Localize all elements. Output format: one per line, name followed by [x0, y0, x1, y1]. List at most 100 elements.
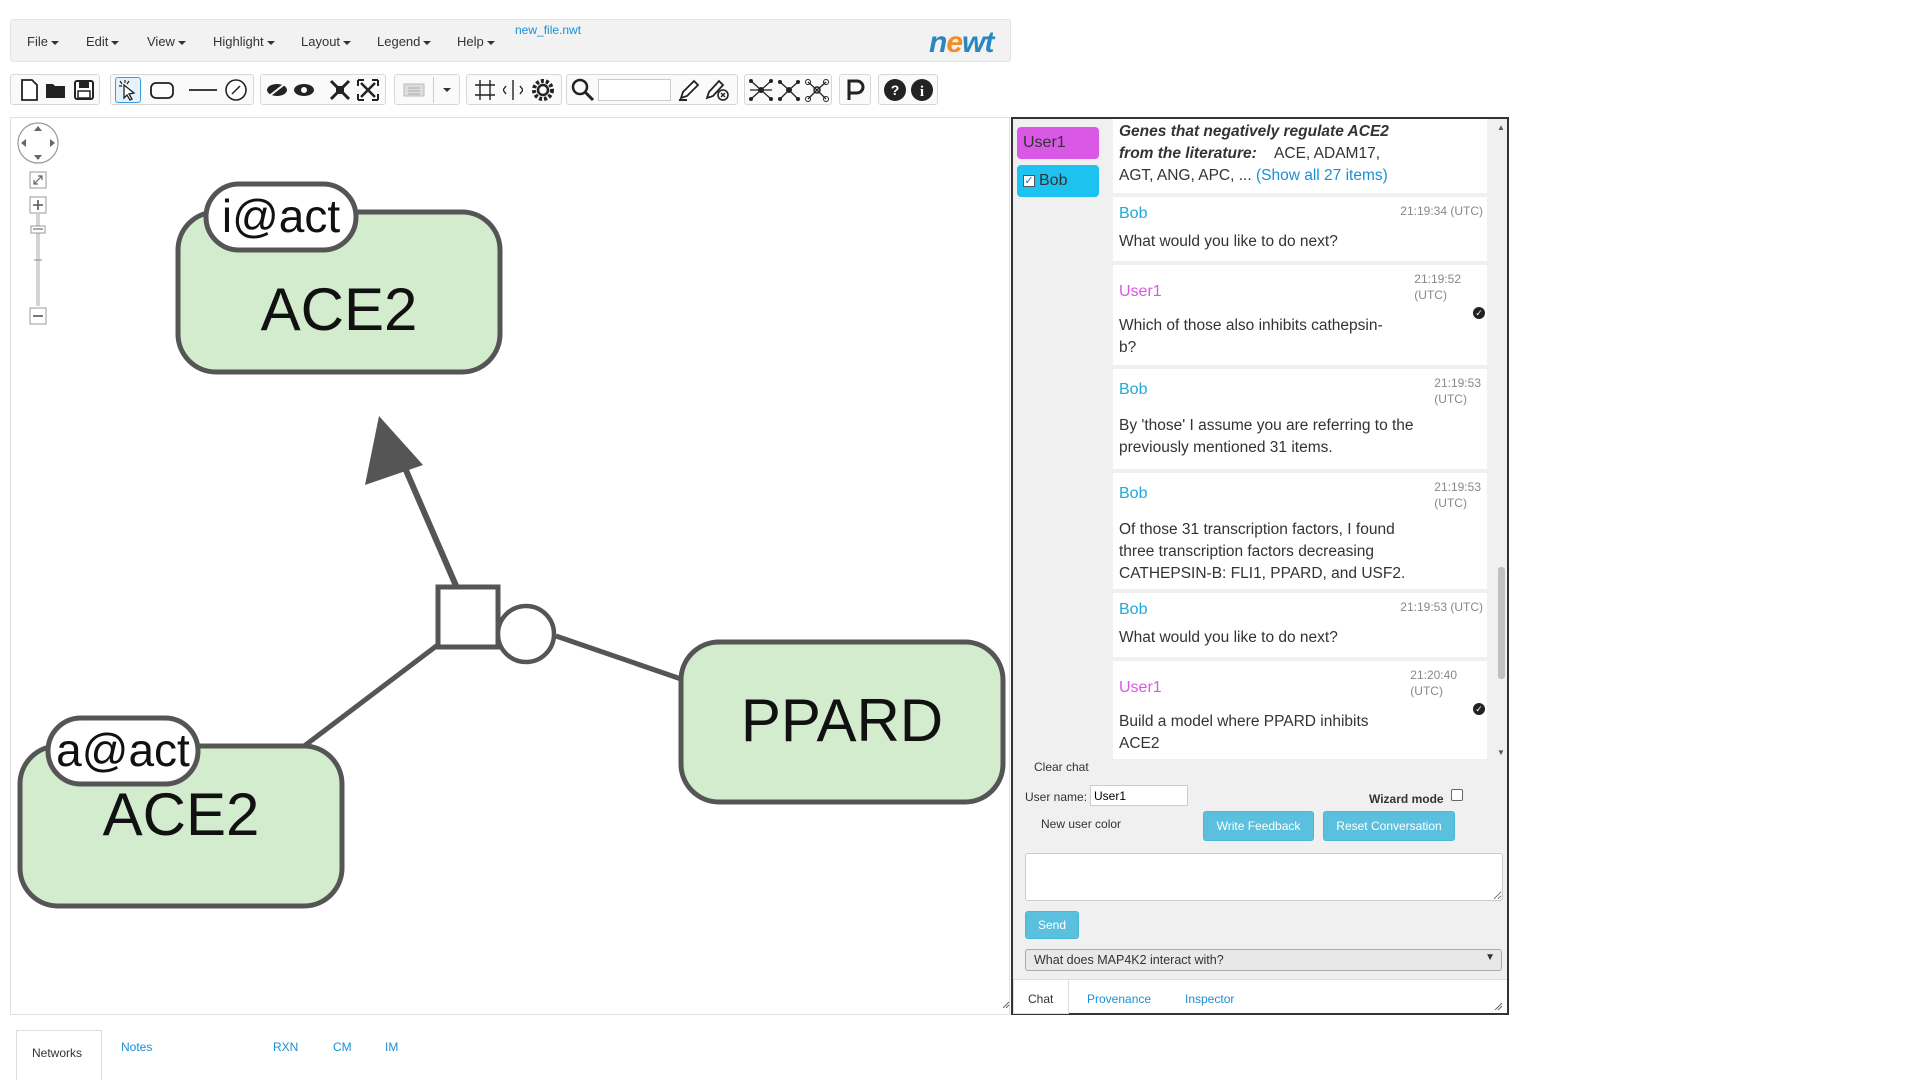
process-node[interactable]: [435, 584, 557, 665]
pathway-query-icon[interactable]: [842, 77, 868, 103]
tab-networks[interactable]: Networks: [16, 1030, 102, 1080]
message-bob-3: Bob 21:19:53 (UTC) Of those 31 transcript…: [1113, 473, 1487, 589]
search-input[interactable]: [598, 79, 671, 101]
message-user1-1: User1 21:19:52 (UTC) ✓ Which of those als…: [1113, 265, 1487, 365]
bob-checkbox-icon[interactable]: ✓: [1023, 175, 1035, 187]
menu-file[interactable]: File: [27, 34, 59, 49]
clear-chat-button[interactable]: Clear chat: [1034, 760, 1089, 774]
edge-inhibition[interactable]: [555, 633, 682, 682]
menu-layout[interactable]: Layout: [301, 34, 352, 49]
common-stream-icon[interactable]: [804, 77, 830, 103]
user-name-input[interactable]: [1090, 785, 1188, 806]
suggestion-selected-value: What does MAP4K2 interact with?: [1034, 953, 1224, 967]
menu-bar: File Edit View Highlight Layout Legend H…: [10, 19, 1011, 62]
add-edge-icon[interactable]: [187, 77, 219, 103]
user-chip-user1[interactable]: User1: [1017, 127, 1099, 159]
fit-view-icon[interactable]: [29, 171, 47, 189]
remove-highlight-icon[interactable]: [704, 77, 730, 103]
ppard-label: PPARD: [741, 687, 943, 754]
send-button[interactable]: Send: [1025, 911, 1079, 939]
reset-conversation-button[interactable]: Reset Conversation: [1323, 811, 1455, 841]
toolbar-draw-group: [110, 74, 254, 105]
user-name-label: User name:: [1025, 790, 1088, 804]
message-list: Genes that negatively regulate ACE2 from…: [1111, 119, 1505, 759]
user1-name: User1: [1023, 134, 1066, 151]
compound-dropdown-icon[interactable]: [433, 77, 457, 103]
expand-icon[interactable]: [355, 77, 381, 103]
hide-icon[interactable]: [264, 77, 290, 103]
tab-im[interactable]: IM: [385, 1040, 398, 1054]
tab-cm[interactable]: CM: [333, 1040, 352, 1054]
menu-legend[interactable]: Legend: [377, 34, 432, 49]
scrollbar-thumb[interactable]: [1498, 567, 1505, 679]
grid-icon[interactable]: [472, 77, 498, 103]
select-pointer-icon[interactable]: [115, 77, 141, 103]
toolbar-visibility-group: [260, 74, 386, 105]
ace2-node-bottom[interactable]: ACE2 a@act: [17, 715, 345, 909]
toolbar-help-group: ? i: [878, 74, 938, 105]
zoom-out-icon[interactable]: [29, 307, 47, 325]
menu-edit[interactable]: Edit: [86, 34, 120, 49]
new-user-color-button[interactable]: New user color: [1041, 817, 1121, 831]
toolbar-file-group: [10, 74, 100, 105]
add-node-icon[interactable]: [149, 77, 175, 103]
tab-rxn[interactable]: RXN: [273, 1040, 298, 1054]
write-feedback-button[interactable]: Write Feedback: [1203, 811, 1314, 841]
ace2-node-top[interactable]: ACE2 i@act: [175, 181, 503, 375]
tab-inspector[interactable]: Inspector: [1185, 992, 1234, 1006]
tab-chat[interactable]: Chat: [1013, 980, 1069, 1014]
tab-notes[interactable]: Notes: [121, 1040, 152, 1054]
show-all-items-link[interactable]: (Show all 27 items): [1256, 167, 1388, 184]
align-icon[interactable]: [500, 77, 526, 103]
svg-text:i: i: [920, 84, 924, 100]
bottom-tab-bar: Networks: [10, 1030, 1010, 1080]
show-icon[interactable]: [291, 77, 317, 103]
new-file-icon[interactable]: [16, 77, 42, 103]
suggestion-select[interactable]: What does MAP4K2 interact with? ▼: [1025, 949, 1502, 971]
ace2-bottom-label: ACE2: [103, 781, 260, 848]
chat-panel: User1 ✓ Bob Genes that negatively regula…: [1011, 117, 1509, 1015]
file-name: new_file.nwt: [515, 23, 582, 37]
wizard-mode-checkbox[interactable]: [1451, 789, 1463, 801]
menu-highlight[interactable]: Highlight: [213, 34, 275, 49]
toolbar-query-group: [839, 74, 871, 105]
add-process-icon[interactable]: [223, 77, 249, 103]
delivered-check-icon: ✓: [1473, 307, 1485, 319]
open-folder-icon[interactable]: [43, 77, 69, 103]
pan-control[interactable]: [17, 122, 59, 164]
save-icon[interactable]: [71, 77, 97, 103]
message-bob-4: Bob 21:19:53 (UTC) What would you like t…: [1113, 593, 1487, 657]
zoom-slider[interactable]: [30, 213, 46, 306]
panel-resize-handle[interactable]: [1493, 1001, 1503, 1011]
help-question-icon[interactable]: ?: [882, 77, 908, 103]
delivered-check-icon: ✓: [1473, 703, 1485, 715]
neighbors-icon[interactable]: [748, 77, 774, 103]
message-user1-2: User1 21:20:40 (UTC) ✓ Build a model wher…: [1113, 661, 1487, 759]
state-variable-bottom: a@act: [56, 724, 190, 776]
canvas-resize-handle[interactable]: [1002, 1001, 1010, 1009]
user-chip-bob[interactable]: ✓ Bob: [1017, 165, 1099, 197]
menu-view[interactable]: View: [147, 34, 186, 49]
settings-gear-icon[interactable]: [530, 77, 556, 103]
edge-product[interactable]: [365, 416, 460, 590]
compound-icon[interactable]: [399, 77, 429, 103]
ace2-top-label: ACE2: [261, 276, 418, 343]
ppard-node[interactable]: PPARD: [678, 639, 1006, 805]
network-canvas[interactable]: ACE2 i@act ACE2 a@act PPARD: [10, 117, 1010, 1015]
highlight-pen-icon[interactable]: [676, 77, 702, 103]
zoom-in-icon[interactable]: [29, 196, 47, 214]
chat-message-textarea[interactable]: [1025, 853, 1503, 901]
message-bob-2: Bob 21:19:53 (UTC) By 'those' I assume yo…: [1113, 369, 1487, 469]
info-icon[interactable]: i: [909, 77, 935, 103]
paths-between-icon[interactable]: [776, 77, 802, 103]
message-scrollbar[interactable]: ▲ ▼: [1495, 123, 1507, 757]
edge-consumption[interactable]: [289, 642, 441, 758]
menu-help[interactable]: Help: [457, 34, 495, 49]
message-gene-list: Genes that negatively regulate ACE2 from…: [1113, 119, 1487, 193]
svg-text:?: ?: [891, 82, 900, 98]
chat-tabs: Chat Provenance Inspector: [1013, 979, 1507, 1014]
tab-provenance[interactable]: Provenance: [1087, 992, 1151, 1006]
search-icon[interactable]: [570, 77, 596, 103]
message-bob-1: Bob 21:19:34 (UTC) What would you like t…: [1113, 197, 1487, 261]
collapse-icon[interactable]: [327, 77, 353, 103]
